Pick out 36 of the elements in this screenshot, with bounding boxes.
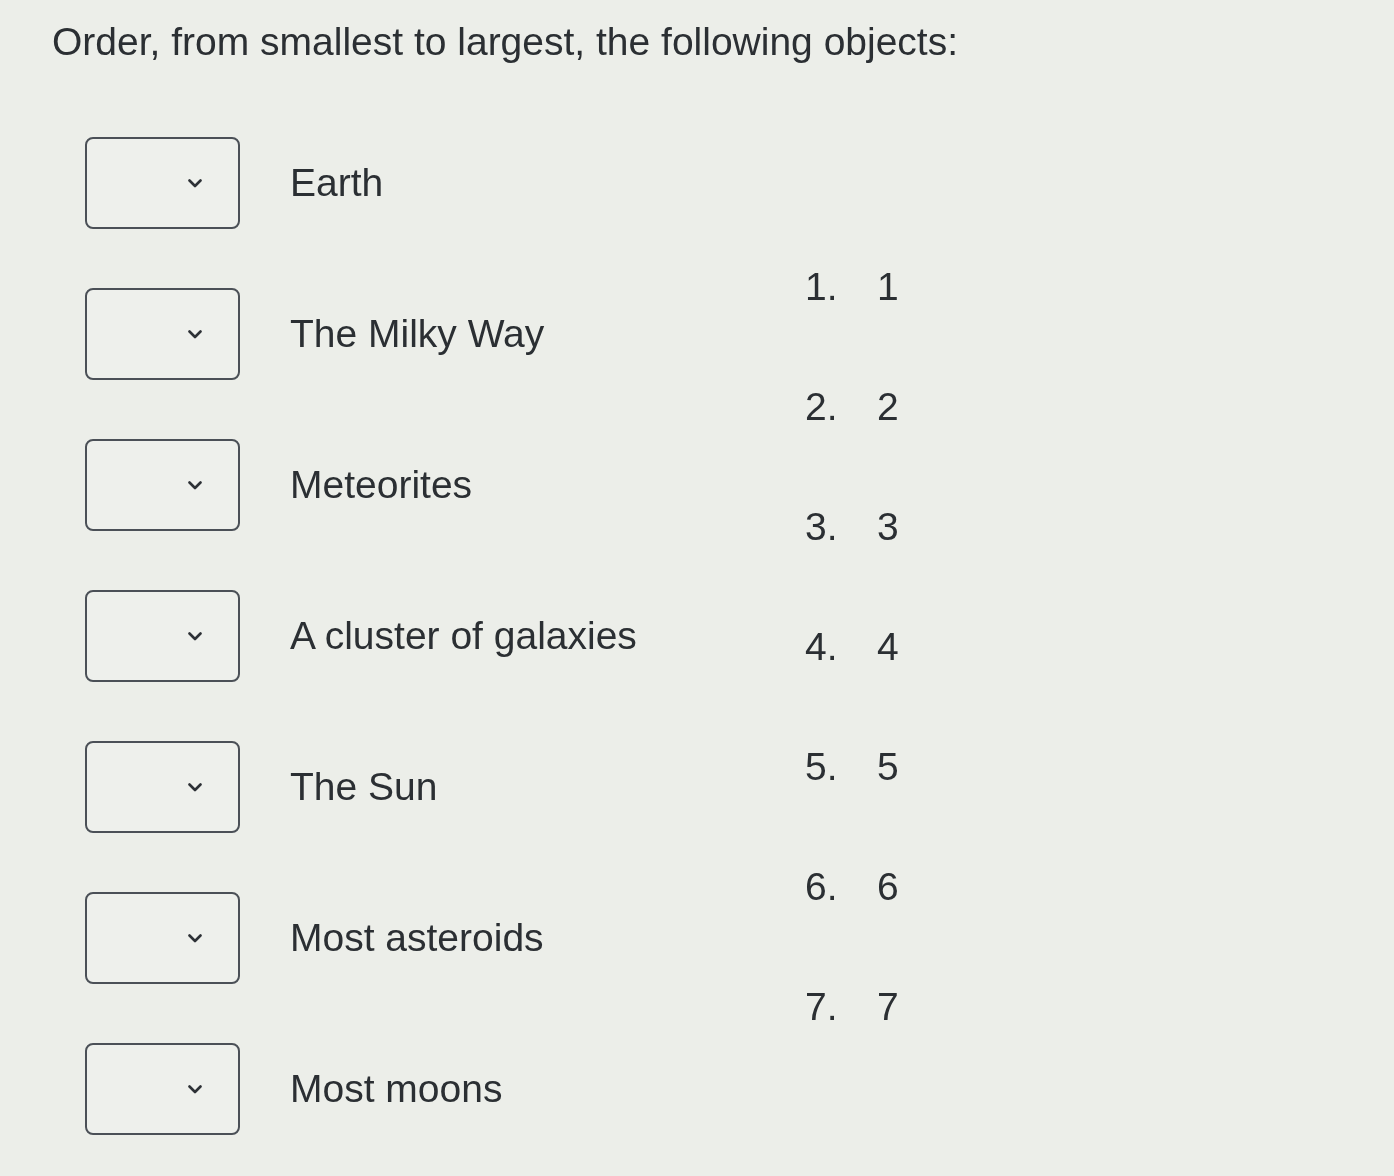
chevron-down-icon (188, 329, 202, 339)
option-text: 1 (877, 264, 899, 310)
chevron-down-icon (188, 631, 202, 641)
item-label: A cluster of galaxies (290, 613, 637, 659)
option-text: 2 (877, 384, 899, 430)
list-number: 2. (805, 384, 839, 430)
item-label: Earth (290, 160, 384, 206)
item-label: The Sun (290, 764, 438, 810)
option-text: 4 (877, 624, 899, 670)
item-label: Meteorites (290, 462, 473, 508)
chevron-down-icon (188, 933, 202, 943)
list-number: 4. (805, 624, 839, 670)
question-prompt: Order, from smallest to largest, the following objects: (52, 19, 959, 65)
item-label: Most moons (290, 1066, 503, 1112)
chevron-down-icon (188, 782, 202, 792)
answer-dropdown[interactable] (85, 892, 240, 984)
answer-dropdown[interactable] (85, 590, 240, 682)
chevron-down-icon (188, 178, 202, 188)
list-number: 1. (805, 264, 839, 310)
item-label: Most asteroids (290, 915, 544, 961)
option-text: 5 (877, 744, 899, 790)
answer-dropdown[interactable] (85, 1043, 240, 1135)
list-number: 7. (805, 984, 839, 1030)
chevron-down-icon (188, 1084, 202, 1094)
option-text: 6 (877, 864, 899, 910)
answer-dropdown[interactable] (85, 288, 240, 380)
option-text: 3 (877, 504, 899, 550)
item-label: The Milky Way (290, 311, 545, 357)
list-number: 6. (805, 864, 839, 910)
answer-dropdown[interactable] (85, 439, 240, 531)
answer-dropdown[interactable] (85, 741, 240, 833)
chevron-down-icon (188, 480, 202, 490)
list-number: 3. (805, 504, 839, 550)
list-number: 5. (805, 744, 839, 790)
answer-dropdown[interactable] (85, 137, 240, 229)
option-text: 7 (877, 984, 899, 1030)
